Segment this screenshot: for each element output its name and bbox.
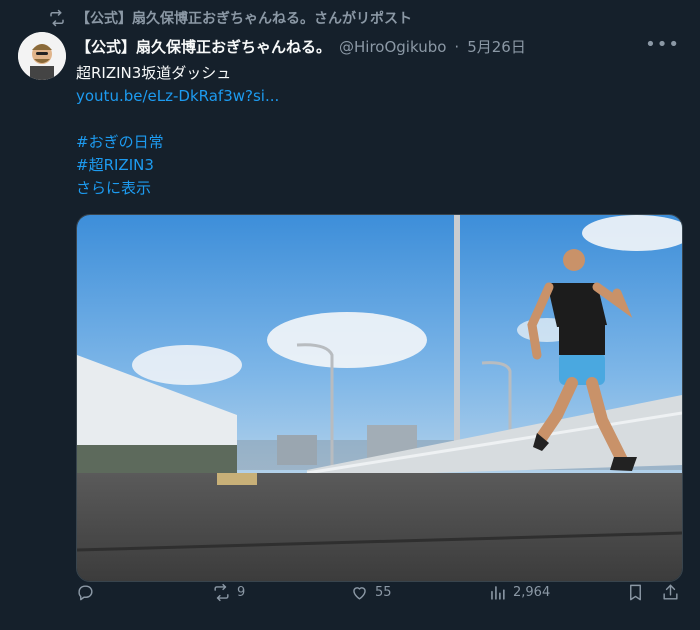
- bookmark-button[interactable]: [626, 583, 645, 602]
- heart-icon: [353, 586, 366, 600]
- reply-icon: [78, 584, 93, 600]
- share-icon: [663, 584, 678, 600]
- repost-icon: [214, 583, 229, 601]
- repost-button[interactable]: 9: [212, 583, 245, 602]
- user-handle[interactable]: @HiroOgikubo: [339, 38, 446, 56]
- youtube-link[interactable]: youtu.be/eLz-DkRaf3w?si...: [76, 85, 670, 108]
- like-count: 55: [375, 584, 392, 600]
- view-count: 2,964: [513, 584, 551, 600]
- tweet-body: 超RIZIN3坂道ダッシュ youtu.be/eLz-DkRaf3w?si...…: [76, 62, 670, 200]
- tweet-title: 超RIZIN3坂道ダッシュ: [76, 64, 232, 82]
- show-more-link[interactable]: さらに表示: [76, 177, 670, 200]
- repost-banner[interactable]: 【公式】扇久保博正おぎちゃんねる。さんがリポスト: [48, 8, 412, 28]
- hashtag-ogi-daily[interactable]: #おぎの日常: [76, 131, 670, 154]
- separator-dot: ·: [454, 37, 460, 56]
- tweet-video[interactable]: [76, 214, 683, 582]
- avatar[interactable]: [18, 32, 66, 80]
- hashtag-super-rizin3[interactable]: #超RIZIN3: [76, 154, 670, 177]
- repost-count: 9: [237, 584, 246, 600]
- tweet-card[interactable]: 【公式】扇久保博正おぎちゃんねる。さんがリポスト 【公式】扇久保博正おぎちゃんね…: [0, 0, 700, 630]
- analytics-icon: [491, 585, 505, 600]
- tweet-header: 【公式】扇久保博正おぎちゃんねる。 @HiroOgikubo · 5月26日: [76, 36, 680, 57]
- reply-button[interactable]: [76, 583, 101, 602]
- bookmark-icon: [630, 584, 641, 600]
- display-name[interactable]: 【公式】扇久保博正おぎちゃんねる。: [76, 36, 331, 57]
- views-button[interactable]: 2,964: [488, 583, 550, 602]
- post-date[interactable]: 5月26日: [467, 36, 526, 57]
- repost-icon: [50, 9, 64, 27]
- repost-banner-text[interactable]: 【公式】扇久保博正おぎちゃんねる。さんがリポスト: [76, 8, 412, 28]
- like-button[interactable]: 55: [350, 583, 392, 602]
- more-options-icon[interactable]: •••: [645, 34, 680, 55]
- share-button[interactable]: [661, 583, 680, 602]
